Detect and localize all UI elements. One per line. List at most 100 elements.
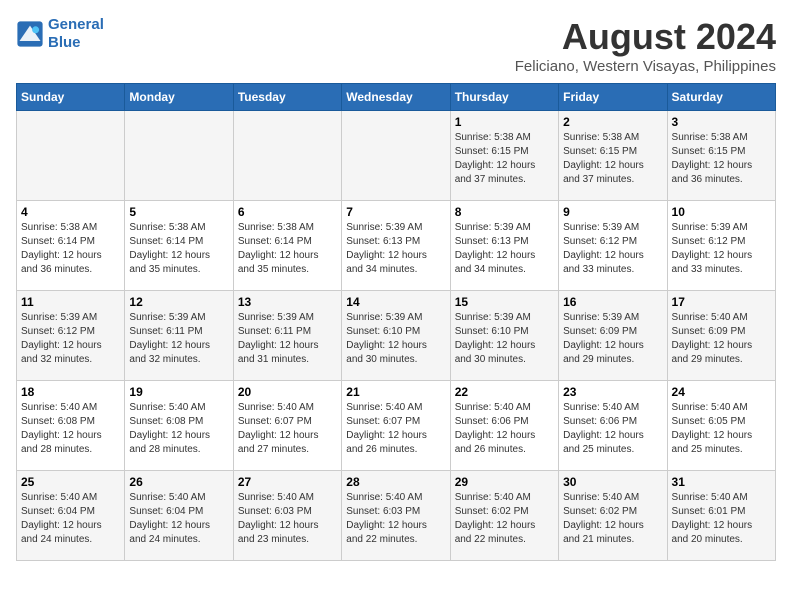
weekday-header-wednesday: Wednesday bbox=[342, 84, 450, 111]
day-number: 18 bbox=[21, 385, 120, 399]
header: General Blue August 2024 Feliciano, West… bbox=[16, 16, 776, 75]
calendar-cell: 30 Sunrise: 5:40 AM Sunset: 6:02 PM Dayli… bbox=[559, 471, 667, 561]
title-area: August 2024 Feliciano, Western Visayas, … bbox=[515, 16, 776, 75]
day-info: Sunrise: 5:39 AM Sunset: 6:12 PM Dayligh… bbox=[563, 221, 662, 277]
day-number: 2 bbox=[563, 115, 662, 129]
day-number: 10 bbox=[672, 205, 771, 219]
day-number: 11 bbox=[21, 295, 120, 309]
calendar-cell bbox=[125, 111, 233, 201]
weekday-header-tuesday: Tuesday bbox=[233, 84, 341, 111]
calendar-cell: 25 Sunrise: 5:40 AM Sunset: 6:04 PM Dayli… bbox=[17, 471, 125, 561]
day-number: 20 bbox=[238, 385, 337, 399]
day-info: Sunrise: 5:39 AM Sunset: 6:13 PM Dayligh… bbox=[346, 221, 445, 277]
day-info: Sunrise: 5:40 AM Sunset: 6:03 PM Dayligh… bbox=[238, 491, 337, 547]
calendar-cell: 15 Sunrise: 5:39 AM Sunset: 6:10 PM Dayli… bbox=[450, 291, 558, 381]
day-info: Sunrise: 5:38 AM Sunset: 6:14 PM Dayligh… bbox=[21, 221, 120, 277]
calendar-cell: 23Sunrise: 5:40 AM Sunset: 6:06 PM Dayli… bbox=[559, 381, 667, 471]
calendar-cell: 21Sunrise: 5:40 AM Sunset: 6:07 PM Dayli… bbox=[342, 381, 450, 471]
day-info: Sunrise: 5:40 AM Sunset: 6:05 PM Dayligh… bbox=[672, 401, 771, 457]
week-row-4: 18 Sunrise: 5:40 AM Sunset: 6:08 PM Dayli… bbox=[17, 381, 776, 471]
day-info: Sunrise: 5:39 AM Sunset: 6:11 PM Dayligh… bbox=[129, 311, 228, 367]
weekday-header-monday: Monday bbox=[125, 84, 233, 111]
calendar-cell: 31Sunrise: 5:40 AM Sunset: 6:01 PM Dayli… bbox=[667, 471, 775, 561]
day-info: Sunrise: 5:40 AM Sunset: 6:06 PM Dayligh… bbox=[455, 401, 554, 457]
day-info: Sunrise: 5:39 AM Sunset: 6:12 PM Dayligh… bbox=[21, 311, 120, 367]
calendar-cell bbox=[233, 111, 341, 201]
calendar-cell: 27 Sunrise: 5:40 AM Sunset: 6:03 PM Dayli… bbox=[233, 471, 341, 561]
calendar-cell bbox=[17, 111, 125, 201]
day-number: 12 bbox=[129, 295, 228, 309]
day-number: 14 bbox=[346, 295, 445, 309]
subtitle: Feliciano, Western Visayas, Philippines bbox=[515, 58, 776, 75]
day-number: 28 bbox=[346, 475, 445, 489]
day-number: 6 bbox=[238, 205, 337, 219]
calendar-cell: 6 Sunrise: 5:38 AM Sunset: 6:14 PM Daylig… bbox=[233, 201, 341, 291]
day-info: Sunrise: 5:39 AM Sunset: 6:12 PM Dayligh… bbox=[672, 221, 771, 277]
week-row-3: 11 Sunrise: 5:39 AM Sunset: 6:12 PM Dayli… bbox=[17, 291, 776, 381]
day-info: Sunrise: 5:38 AM Sunset: 6:15 PM Dayligh… bbox=[672, 131, 771, 187]
week-row-2: 4 Sunrise: 5:38 AM Sunset: 6:14 PM Daylig… bbox=[17, 201, 776, 291]
day-info: Sunrise: 5:38 AM Sunset: 6:14 PM Dayligh… bbox=[129, 221, 228, 277]
day-number: 22 bbox=[455, 385, 554, 399]
day-number: 26 bbox=[129, 475, 228, 489]
weekday-header-saturday: Saturday bbox=[667, 84, 775, 111]
calendar-cell: 14 Sunrise: 5:39 AM Sunset: 6:10 PM Dayli… bbox=[342, 291, 450, 381]
day-number: 24 bbox=[672, 385, 771, 399]
day-number: 7 bbox=[346, 205, 445, 219]
day-info: Sunrise: 5:40 AM Sunset: 6:07 PM Dayligh… bbox=[238, 401, 337, 457]
day-number: 30 bbox=[563, 475, 662, 489]
main-title: August 2024 bbox=[515, 16, 776, 58]
day-number: 13 bbox=[238, 295, 337, 309]
calendar-cell: 29Sunrise: 5:40 AM Sunset: 6:02 PM Dayli… bbox=[450, 471, 558, 561]
calendar-cell: 9 Sunrise: 5:39 AM Sunset: 6:12 PM Daylig… bbox=[559, 201, 667, 291]
day-info: Sunrise: 5:38 AM Sunset: 6:15 PM Dayligh… bbox=[455, 131, 554, 187]
calendar-cell: 1 Sunrise: 5:38 AM Sunset: 6:15 PM Daylig… bbox=[450, 111, 558, 201]
calendar-cell bbox=[342, 111, 450, 201]
day-info: Sunrise: 5:40 AM Sunset: 6:04 PM Dayligh… bbox=[129, 491, 228, 547]
day-number: 31 bbox=[672, 475, 771, 489]
logo-line1: General bbox=[48, 16, 104, 33]
weekday-header-sunday: Sunday bbox=[17, 84, 125, 111]
day-info: Sunrise: 5:40 AM Sunset: 6:04 PM Dayligh… bbox=[21, 491, 120, 547]
calendar-cell: 8 Sunrise: 5:39 AM Sunset: 6:13 PM Daylig… bbox=[450, 201, 558, 291]
calendar-cell: 16Sunrise: 5:39 AM Sunset: 6:09 PM Dayli… bbox=[559, 291, 667, 381]
calendar-cell: 19Sunrise: 5:40 AM Sunset: 6:08 PM Dayli… bbox=[125, 381, 233, 471]
day-number: 15 bbox=[455, 295, 554, 309]
logo: General Blue bbox=[16, 16, 104, 52]
day-info: Sunrise: 5:40 AM Sunset: 6:03 PM Dayligh… bbox=[346, 491, 445, 547]
logo-text: General Blue bbox=[48, 16, 104, 52]
day-info: Sunrise: 5:40 AM Sunset: 6:02 PM Dayligh… bbox=[563, 491, 662, 547]
calendar-cell: 26 Sunrise: 5:40 AM Sunset: 6:04 PM Dayli… bbox=[125, 471, 233, 561]
day-info: Sunrise: 5:40 AM Sunset: 6:02 PM Dayligh… bbox=[455, 491, 554, 547]
day-info: Sunrise: 5:39 AM Sunset: 6:13 PM Dayligh… bbox=[455, 221, 554, 277]
day-number: 9 bbox=[563, 205, 662, 219]
day-number: 1 bbox=[455, 115, 554, 129]
week-row-1: 1 Sunrise: 5:38 AM Sunset: 6:15 PM Daylig… bbox=[17, 111, 776, 201]
day-info: Sunrise: 5:40 AM Sunset: 6:09 PM Dayligh… bbox=[672, 311, 771, 367]
calendar-cell: 28 Sunrise: 5:40 AM Sunset: 6:03 PM Dayli… bbox=[342, 471, 450, 561]
day-number: 5 bbox=[129, 205, 228, 219]
calendar-cell: 7 Sunrise: 5:39 AM Sunset: 6:13 PM Daylig… bbox=[342, 201, 450, 291]
calendar-cell: 12 Sunrise: 5:39 AM Sunset: 6:11 PM Dayli… bbox=[125, 291, 233, 381]
day-info: Sunrise: 5:39 AM Sunset: 6:10 PM Dayligh… bbox=[346, 311, 445, 367]
day-info: Sunrise: 5:39 AM Sunset: 6:09 PM Dayligh… bbox=[563, 311, 662, 367]
calendar-cell: 22 Sunrise: 5:40 AM Sunset: 6:06 PM Dayli… bbox=[450, 381, 558, 471]
day-info: Sunrise: 5:39 AM Sunset: 6:11 PM Dayligh… bbox=[238, 311, 337, 367]
day-number: 19 bbox=[129, 385, 228, 399]
calendar-cell: 4 Sunrise: 5:38 AM Sunset: 6:14 PM Daylig… bbox=[17, 201, 125, 291]
calendar-cell: 24 Sunrise: 5:40 AM Sunset: 6:05 PM Dayli… bbox=[667, 381, 775, 471]
logo-icon bbox=[16, 20, 44, 48]
day-info: Sunrise: 5:40 AM Sunset: 6:06 PM Dayligh… bbox=[563, 401, 662, 457]
day-number: 8 bbox=[455, 205, 554, 219]
day-number: 4 bbox=[21, 205, 120, 219]
calendar-cell: 2Sunrise: 5:38 AM Sunset: 6:15 PM Daylig… bbox=[559, 111, 667, 201]
weekday-header-thursday: Thursday bbox=[450, 84, 558, 111]
logo-line2: Blue bbox=[48, 34, 81, 51]
day-number: 27 bbox=[238, 475, 337, 489]
day-number: 25 bbox=[21, 475, 120, 489]
day-info: Sunrise: 5:40 AM Sunset: 6:08 PM Dayligh… bbox=[21, 401, 120, 457]
day-info: Sunrise: 5:39 AM Sunset: 6:10 PM Dayligh… bbox=[455, 311, 554, 367]
weekday-header-row: SundayMondayTuesdayWednesdayThursdayFrid… bbox=[17, 84, 776, 111]
calendar-cell: 5 Sunrise: 5:38 AM Sunset: 6:14 PM Daylig… bbox=[125, 201, 233, 291]
day-info: Sunrise: 5:38 AM Sunset: 6:14 PM Dayligh… bbox=[238, 221, 337, 277]
